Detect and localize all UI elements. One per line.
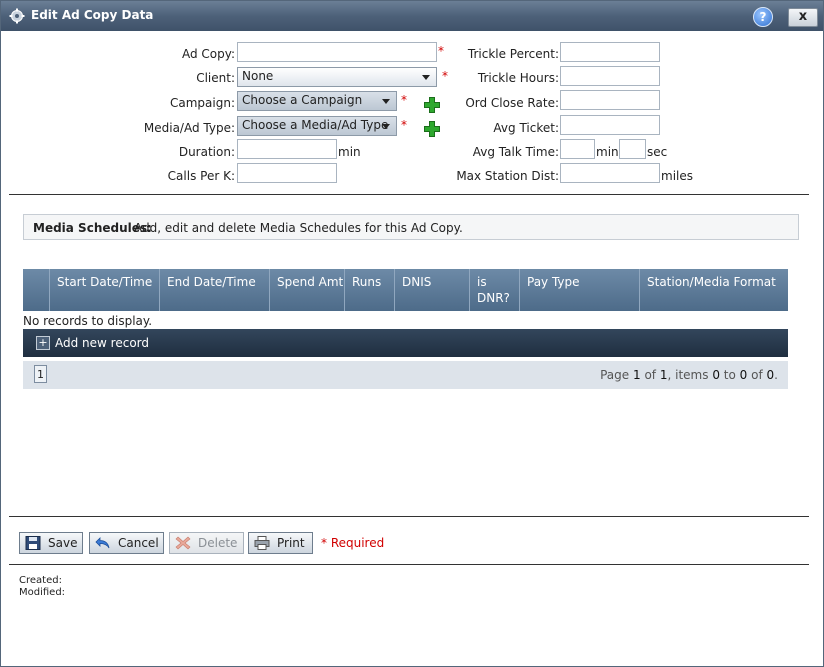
pager-text: . — [774, 368, 778, 382]
column-header-pay-type[interactable]: Pay Type — [519, 269, 639, 311]
ad-copy-label: Ad Copy: — [181, 47, 235, 61]
media-type-select[interactable]: Choose a Media/Ad Type — [237, 116, 397, 136]
cancel-label: Cancel — [118, 536, 159, 550]
no-records-message: No records to display. — [23, 314, 153, 328]
schedules-grid-header: Start Date/Time End Date/Time Spend Amt … — [23, 269, 788, 311]
print-label: Print — [277, 536, 305, 550]
ord-close-rate-input[interactable] — [560, 90, 660, 110]
floppy-disk-icon — [25, 536, 41, 550]
column-header-dnr[interactable]: is DNR? — [469, 269, 519, 311]
column-header-end[interactable]: End Date/Time — [159, 269, 269, 311]
pager-info: Page 1 of 1, items 0 to 0 of 0. — [600, 368, 778, 382]
pager-page: 1 — [632, 368, 641, 382]
cancel-button[interactable]: Cancel — [89, 532, 164, 554]
pager-text: , items — [667, 368, 709, 382]
client-selected-value: None — [242, 69, 274, 83]
avg-talk-time-min-input[interactable] — [560, 139, 595, 159]
trickle-hours-label: Trickle Hours: — [477, 71, 559, 85]
page-1-button[interactable]: 1 — [34, 365, 47, 383]
chevron-down-icon — [422, 75, 430, 80]
delete-label: Delete — [198, 536, 238, 550]
media-schedules-info-panel: Media Schedules: Add, edit and delete Me… — [23, 214, 799, 240]
column-header-start[interactable]: Start Date/Time — [49, 269, 159, 311]
add-new-record-button[interactable]: Add new record — [55, 336, 149, 350]
calls-per-k-label: Calls Per K: — [167, 169, 235, 183]
avg-talk-time-label: Avg Talk Time: — [472, 145, 559, 159]
pager-text: of — [644, 368, 657, 382]
printer-icon — [254, 536, 270, 550]
window-title: Edit Ad Copy Data — [31, 8, 154, 22]
delete-x-icon — [175, 536, 191, 550]
undo-icon — [95, 537, 110, 549]
save-label: Save — [48, 536, 78, 550]
avg-talk-time-min-unit: min — [596, 145, 619, 159]
column-header-dnis[interactable]: DNIS — [394, 269, 469, 311]
title-bar[interactable]: Edit Ad Copy Data ? x — [1, 1, 823, 31]
duration-unit: min — [338, 145, 361, 159]
duration-label: Duration: — [178, 145, 235, 159]
campaign-select[interactable]: Choose a Campaign — [237, 91, 397, 111]
media-type-required-marker: * — [401, 118, 407, 132]
campaign-label: Campaign: — [170, 96, 235, 110]
grid-pager: 1 Page 1 of 1, items 0 to 0 of 0. — [23, 361, 788, 389]
campaign-selected-value: Choose a Campaign — [242, 93, 363, 107]
column-header-station-format[interactable]: Station/Media Format — [639, 269, 788, 311]
modified-label: Modified: — [19, 587, 66, 598]
column-header-spend[interactable]: Spend Amt — [269, 269, 344, 311]
trickle-percent-label: Trickle Percent: — [467, 47, 559, 61]
media-schedules-description: Add, edit and delete Media Schedules for… — [134, 221, 463, 235]
chevron-down-icon — [382, 124, 390, 129]
column-header-runs[interactable]: Runs — [344, 269, 394, 311]
ord-close-rate-label: Ord Close Rate: — [465, 96, 559, 110]
pager-from: 0 — [712, 368, 720, 382]
grid-command-bar: + Add new record — [23, 329, 788, 357]
close-icon[interactable]: x — [788, 8, 818, 27]
avg-talk-time-sec-unit: sec — [647, 145, 668, 159]
client-select[interactable]: None — [237, 67, 437, 87]
campaign-required-marker: * — [401, 93, 407, 107]
actions-divider-top — [9, 516, 809, 517]
media-type-label: Media/Ad Type: — [143, 121, 235, 135]
avg-ticket-label: Avg Ticket: — [493, 121, 559, 135]
edit-ad-copy-dialog: Edit Ad Copy Data ? x Ad Copy: * Client:… — [0, 0, 824, 667]
avg-ticket-input[interactable] — [560, 115, 660, 135]
form-divider — [9, 194, 809, 195]
pager-text: of — [751, 368, 763, 382]
add-media-type-plus-icon[interactable] — [424, 121, 440, 137]
pager-to: 0 — [739, 368, 748, 382]
app-gear-icon — [9, 8, 25, 24]
media-type-selected-value: Choose a Media/Ad Type — [242, 118, 389, 132]
save-button[interactable]: Save — [19, 532, 83, 554]
max-station-dist-unit: miles — [661, 169, 693, 183]
add-icon[interactable]: + — [36, 336, 50, 350]
calls-per-k-input[interactable] — [237, 163, 337, 183]
pager-text: Page — [600, 368, 630, 382]
duration-input[interactable] — [237, 139, 337, 159]
required-note: * Required — [321, 536, 385, 550]
max-station-dist-label: Max Station Dist: — [456, 169, 559, 183]
print-button[interactable]: Print — [248, 532, 313, 554]
chevron-down-icon — [382, 99, 390, 104]
avg-talk-time-sec-input[interactable] — [619, 139, 646, 159]
trickle-hours-input[interactable] — [560, 66, 660, 86]
pager-text: to — [723, 368, 736, 382]
max-station-dist-input[interactable] — [560, 163, 660, 183]
header-spacer — [23, 269, 49, 311]
client-label: Client: — [196, 71, 235, 85]
created-label: Created: — [19, 575, 62, 586]
add-campaign-plus-icon[interactable] — [424, 97, 440, 113]
trickle-percent-input[interactable] — [560, 42, 660, 62]
actions-divider-bottom — [9, 564, 809, 565]
ad-copy-input[interactable] — [237, 42, 437, 62]
help-icon[interactable]: ? — [753, 7, 773, 27]
delete-button[interactable]: Delete — [169, 532, 244, 554]
